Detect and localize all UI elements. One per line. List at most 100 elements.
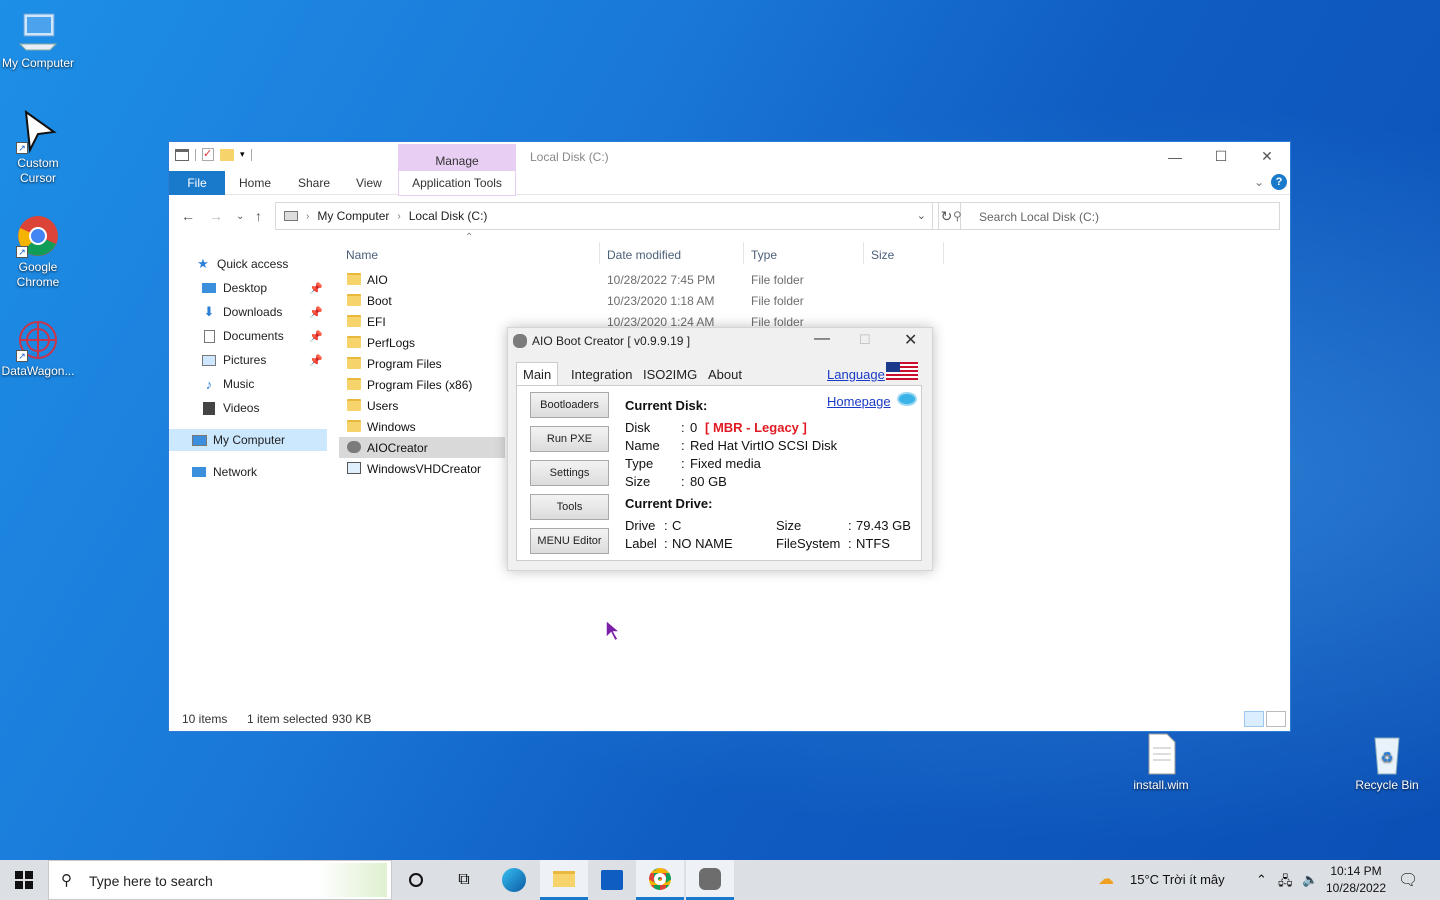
current-drive-heading: Current Drive: [625,496,713,511]
volume-icon[interactable]: 🔈 [1302,872,1318,888]
item-count: 10 items [182,712,228,726]
start-button[interactable] [0,860,48,900]
tools-button[interactable]: Tools [530,494,609,520]
aio-maximize-button[interactable]: ☐ [859,332,871,348]
weather-text[interactable]: 15°C Trời ít mây [1130,872,1225,887]
nav-desktop[interactable]: Desktop 📌 [169,277,327,299]
minimize-button[interactable]: — [1152,142,1198,171]
chevron-up-icon[interactable]: ⌃ [1256,872,1267,888]
weather-icon[interactable]: ☁ [1098,869,1114,889]
help-icon[interactable]: ? [1271,174,1287,190]
new-folder-icon[interactable] [220,148,234,161]
computer-icon [16,10,60,54]
aio-tab-about[interactable]: About [708,367,742,382]
folder-icon [347,399,361,411]
clock[interactable]: 10:14 PM 10/28/2022 [1318,863,1394,897]
aio-creator-taskbar-button[interactable] [686,860,734,900]
table-row[interactable]: Boot 10/23/2020 1:18 AM File folder [339,290,939,311]
column-header-type[interactable]: Type [751,248,777,262]
store-taskbar-button[interactable] [588,860,636,900]
file-name: AIOCreator [367,441,428,455]
address-bar[interactable]: › My Computer › Local Disk (C:) ⌄ [275,202,933,230]
picture-icon [201,352,217,368]
homepage-link[interactable]: Homepage [827,394,891,409]
status-bar: 10 items 1 item selected 930 KB [169,707,1290,731]
chevron-down-icon[interactable]: ⌄ [1254,175,1264,189]
back-arrow-icon[interactable]: ← [181,208,195,224]
cortana-button[interactable] [392,860,440,900]
details-view-button[interactable] [1244,711,1264,727]
large-icons-view-button[interactable] [1266,711,1286,727]
tab-view[interactable]: View [356,176,382,190]
pin-icon: 📌 [309,354,323,367]
nav-network[interactable]: Network [169,461,327,483]
network-icon[interactable]: 🖧 [1278,872,1293,894]
tab-file[interactable]: File [169,171,225,195]
tab-application-tools[interactable]: Application Tools [398,171,516,195]
recent-dropdown-icon[interactable]: ⌄ [236,211,244,222]
file-explorer-taskbar-button[interactable] [540,860,588,900]
aio-window-title: AIO Boot Creator [ v0.9.9.19 ] [532,334,691,348]
current-disk-heading: Current Disk: [625,398,708,413]
nav-downloads[interactable]: ⬇ Downloads 📌 [169,301,327,323]
us-flag-icon[interactable] [886,362,918,380]
aio-tab-integration[interactable]: Integration [571,367,632,382]
nav-pictures[interactable]: Pictures 📌 [169,349,327,371]
close-button[interactable]: ✕ [1244,142,1290,171]
breadcrumb-my-computer[interactable]: My Computer [317,209,389,223]
run-pxe-button[interactable]: Run PXE [530,426,609,452]
aio-close-button[interactable]: ✕ [904,330,917,350]
address-dropdown-icon[interactable]: ⌄ [917,209,926,222]
folder-icon [347,273,361,285]
tab-share[interactable]: Share [298,176,330,190]
column-header-name[interactable]: Name [346,248,378,262]
column-header-date[interactable]: Date modified [607,248,681,262]
nav-documents[interactable]: Documents 📌 [169,325,327,347]
desktop-icon-custom-cursor[interactable]: ↗ Custom Cursor [0,109,76,186]
table-row-selected[interactable]: AIOCreator [339,437,505,458]
edge-icon [502,868,526,892]
chrome-taskbar-button[interactable] [636,860,684,900]
forward-arrow-icon[interactable]: → [209,208,223,224]
ie-globe-icon[interactable] [897,392,917,406]
bootloaders-button[interactable]: Bootloaders [530,392,609,418]
desktop-icon-my-computer[interactable]: My Computer [0,10,76,71]
aio-tab-iso2img[interactable]: ISO2IMG [643,367,697,382]
table-row[interactable]: AIO 10/28/2022 7:45 PM File folder [339,269,939,290]
nav-music[interactable]: ♪ Music [169,373,327,395]
shortcut-arrow-icon: ↗ [16,142,28,154]
desktop-icon-google-chrome[interactable]: ↗ Google Chrome [0,214,76,290]
notification-icon[interactable]: 🗨 [1398,870,1418,890]
folder-icon [347,315,361,327]
aio-tab-main[interactable]: Main [516,362,559,386]
dropdown-icon[interactable]: ▾ [240,149,245,160]
nav-my-computer[interactable]: My Computer [169,429,327,451]
settings-button[interactable]: Settings [530,460,609,486]
tab-home[interactable]: Home [239,176,271,190]
language-link[interactable]: Language [827,367,885,382]
desktop-icon-recycle-bin[interactable]: ♻ Recycle Bin [1349,732,1425,793]
title-bar: ✓ ▾ Manage Local Disk (C:) — ☐ ✕ [169,142,1290,196]
edge-taskbar-button[interactable] [490,860,538,900]
breadcrumb-local-disk[interactable]: Local Disk (C:) [409,209,488,223]
search-box[interactable]: ⚲ Search Local Disk (C:) [938,202,1280,230]
menu-editor-button[interactable]: MENU Editor [530,528,609,554]
nav-quick-access[interactable]: ★ Quick access [169,253,327,275]
desktop-icon-install-wim[interactable]: install.wim [1123,732,1199,793]
search-placeholder: Search Local Disk (C:) [979,210,1100,224]
desktop-icon-label: Recycle Bin [1355,778,1419,792]
sort-up-icon: ⌃ [465,232,474,243]
aio-minimize-button[interactable]: — [814,330,830,348]
maximize-button[interactable]: ☐ [1198,142,1244,171]
desktop-icon-datawagon[interactable]: ↗ DataWagon... [0,318,76,379]
column-header-size[interactable]: Size [871,248,894,262]
task-view-button[interactable]: ⧉ [440,860,488,900]
up-arrow-icon[interactable]: ↑ [255,208,262,224]
folder-icon [347,420,361,432]
search-highlight-illustration-icon [317,863,387,897]
checkmark-icon[interactable]: ✓ [202,148,214,161]
taskbar-search-box[interactable]: ⚲ Type here to search [48,860,392,900]
column-divider [599,242,600,264]
nav-videos[interactable]: Videos [169,397,327,419]
properties-icon[interactable] [175,148,189,161]
